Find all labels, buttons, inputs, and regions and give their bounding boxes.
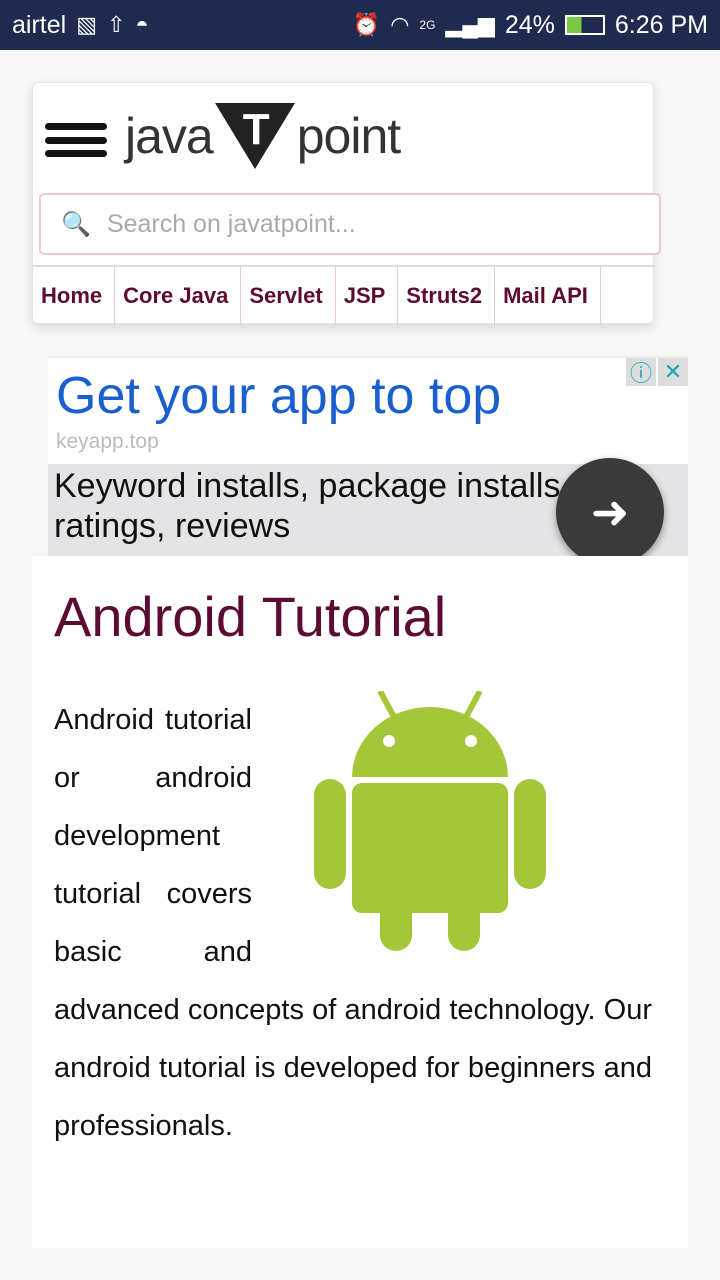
nav-servlet[interactable]: Servlet — [241, 267, 336, 325]
network-type: 2G — [419, 18, 436, 32]
android-icon: ◓ — [135, 12, 149, 37]
nav-mail-api[interactable]: Mail API — [495, 267, 601, 325]
search-input[interactable]: 🔍 Search on javatpoint... — [39, 193, 661, 255]
javatpoint-logo[interactable]: java T point — [125, 103, 401, 169]
page-title: Android Tutorial — [54, 585, 447, 648]
site-header: java T point 🔍 Search on javatpoint... H… — [32, 82, 661, 325]
nav-jsp[interactable]: JSP — [336, 267, 399, 325]
upload-icon: ⇧ — [106, 12, 126, 37]
clock: 6:26 PM — [614, 10, 708, 39]
web-page: java T point 🔍 Search on javatpoint... H… — [0, 50, 720, 1280]
carrier: airtel — [12, 10, 67, 39]
battery-icon — [564, 15, 605, 35]
android-logo — [252, 689, 652, 981]
ad-domain: keyapp.top — [56, 430, 159, 453]
alarm-icon: ⏰ — [352, 12, 381, 37]
status-bar: airtel ▧ ⇧ ◓ ⏰ ◠ 2G ▂▄▆ 24% 6:26 PM — [0, 0, 720, 50]
signal-icon: ▂▄▆ — [445, 12, 495, 37]
nav-home[interactable]: Home — [33, 267, 116, 325]
nav-core-java[interactable]: Core Java — [115, 267, 242, 325]
nav-struts2[interactable]: Struts2 — [398, 267, 496, 325]
menu-icon[interactable] — [45, 123, 107, 157]
arrow-right-icon: ➜ — [590, 486, 630, 538]
search-icon: 🔍 — [61, 210, 91, 238]
ad-arrow-button[interactable]: ➜ — [556, 458, 664, 566]
ad-close-icon[interactable]: ✕ — [658, 358, 688, 386]
image-icon: ▧ — [76, 12, 97, 37]
ad-info-icon[interactable]: ⓘ — [626, 358, 656, 386]
ad-headline[interactable]: Get your app to top — [56, 366, 501, 426]
battery-percent: 24% — [504, 10, 555, 39]
top-nav: Home Core Java Servlet JSP Struts2 Mail … — [33, 265, 655, 325]
article: Android Tutorial Android tutorial or and… — [32, 556, 688, 1248]
wifi-icon: ◠ — [390, 12, 410, 37]
